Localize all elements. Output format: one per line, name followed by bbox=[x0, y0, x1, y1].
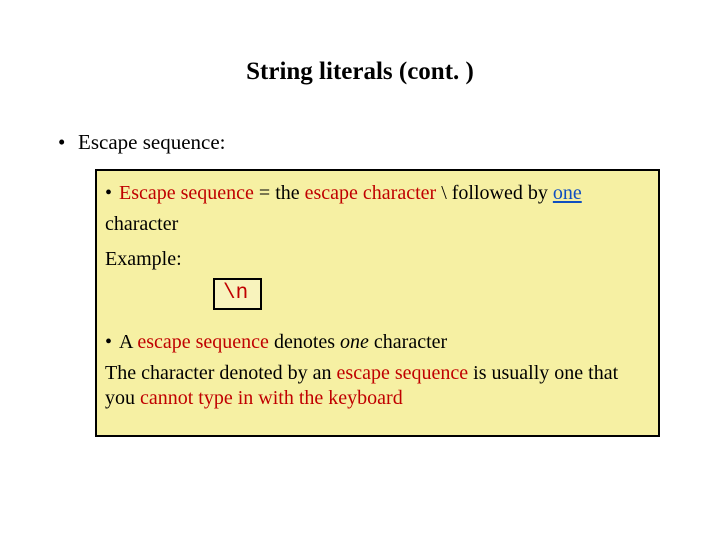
def-escape-char: escape character bbox=[305, 182, 437, 204]
note2-red2: cannot type in with the keyboard bbox=[140, 387, 403, 409]
note1-red: escape sequence bbox=[137, 331, 269, 353]
code-example: \n bbox=[213, 278, 262, 310]
note-line-1: •A escape sequence denotes one character bbox=[105, 330, 650, 355]
note1-b: denotes bbox=[269, 331, 340, 353]
bullet-dot-icon: • bbox=[105, 181, 119, 206]
content-box: •Escape sequence = the escape character … bbox=[95, 169, 660, 437]
note1-em: one bbox=[340, 331, 369, 353]
main-bullet-text: Escape sequence: bbox=[78, 130, 226, 154]
note1-a: A bbox=[119, 331, 137, 353]
def-term: Escape sequence bbox=[119, 182, 254, 204]
slide-title: String literals (cont. ) bbox=[0, 0, 720, 108]
bullet-dot-icon: • bbox=[58, 130, 78, 155]
definition-line: •Escape sequence = the escape character … bbox=[105, 181, 650, 206]
def-text: = the bbox=[254, 182, 305, 204]
def-backslash: \ followed by bbox=[436, 182, 553, 204]
note-line-2: The character denoted by an escape seque… bbox=[105, 361, 650, 411]
definition-line-2: character bbox=[105, 212, 650, 237]
note1-c: character bbox=[369, 331, 447, 353]
note2-a: The character denoted by an bbox=[105, 362, 337, 384]
note2-red: escape sequence bbox=[337, 362, 469, 384]
example-label: Example: bbox=[105, 247, 650, 272]
bullet-dot-icon: • bbox=[105, 330, 119, 355]
main-bullet: •Escape sequence: bbox=[0, 108, 720, 169]
def-one-link: one bbox=[553, 182, 582, 204]
